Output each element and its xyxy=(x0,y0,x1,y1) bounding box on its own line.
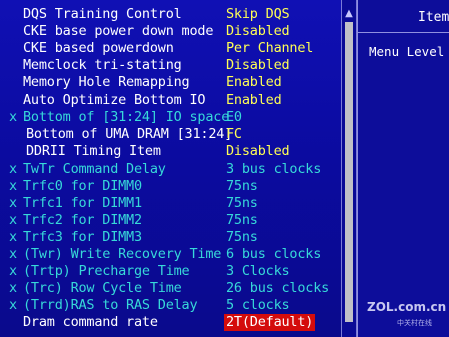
setting-value[interactable]: 75ns xyxy=(226,178,258,195)
setting-value[interactable]: Enabled xyxy=(226,92,282,109)
help-title: Item xyxy=(418,10,449,25)
setting-label: Trfc0 for DIMM0 xyxy=(23,178,142,194)
disabled-mark: x xyxy=(9,280,18,296)
setting-label: (Trc) Row Cycle Time xyxy=(23,280,182,296)
scroll-thumb[interactable] xyxy=(345,22,353,322)
setting-row[interactable]: CKE base power down mode Disabled xyxy=(0,23,340,40)
setting-row[interactable]: Dram command rate 2T(Default) xyxy=(0,314,340,331)
setting-label: Bottom of UMA DRAM [31:24] xyxy=(26,126,233,142)
setting-value[interactable]: FC xyxy=(226,126,242,143)
setting-row[interactable]: DDRII Timing Item Disabled xyxy=(0,143,340,160)
setting-row[interactable]: Auto Optimize Bottom IO Enabled xyxy=(0,92,340,109)
menu-level-text: Menu Level xyxy=(369,44,445,59)
setting-label: Trfc3 for DIMM3 xyxy=(23,229,142,245)
watermark-cn: 中关村在线 xyxy=(397,319,432,327)
selected-setting-value[interactable]: 2T(Default) xyxy=(224,314,316,331)
setting-label: (Trtp) Precharge Time xyxy=(23,263,190,279)
setting-value[interactable]: 26 bus clocks xyxy=(226,280,329,297)
setting-row[interactable]: x Trfc1 for DIMM1 75ns xyxy=(0,195,340,212)
setting-label: Memclock tri-stating xyxy=(23,57,182,73)
disabled-mark: x xyxy=(9,297,18,313)
setting-value[interactable]: 3 Clocks xyxy=(226,263,290,280)
setting-value[interactable]: 75ns xyxy=(226,212,258,229)
setting-label: TwTr Command Delay xyxy=(23,161,166,177)
watermark-logo: ZOL.com.cn 中关村在线 xyxy=(345,296,449,337)
setting-row[interactable]: x (Trc) Row Cycle Time 26 bus clocks xyxy=(0,280,340,297)
setting-label: Memory Hole Remapping xyxy=(23,74,190,90)
disabled-mark: x xyxy=(9,161,18,177)
setting-label: Trfc2 for DIMM2 xyxy=(23,212,142,228)
setting-row[interactable]: x (Trrd)RAS to RAS Delay 5 clocks xyxy=(0,297,340,314)
setting-value[interactable]: 6 bus clocks xyxy=(226,246,321,263)
help-header: Item xyxy=(358,2,449,33)
setting-row[interactable]: x Trfc0 for DIMM0 75ns xyxy=(0,178,340,195)
setting-value[interactable]: Disabled xyxy=(226,143,290,160)
setting-value[interactable]: Enabled xyxy=(226,74,282,91)
setting-row[interactable]: x (Twr) Write Recovery Time 6 bus clocks xyxy=(0,246,340,263)
disabled-mark: x xyxy=(9,246,18,262)
setting-label: Trfc1 for DIMM1 xyxy=(23,195,142,211)
setting-value[interactable]: Skip DQS xyxy=(226,6,290,23)
disabled-mark: x xyxy=(9,229,18,245)
disabled-mark: x xyxy=(9,195,18,211)
disabled-mark: x xyxy=(9,212,18,228)
disabled-mark: x xyxy=(9,109,18,125)
scrollbar[interactable]: ▲ xyxy=(341,0,357,337)
bios-screen: DQS Training Control Skip DQS CKE base pow… xyxy=(0,0,449,337)
disabled-mark: x xyxy=(9,178,18,194)
setting-label: DQS Training Control xyxy=(23,6,182,22)
arrow-up-icon[interactable]: ▲ xyxy=(342,8,356,20)
setting-row[interactable]: Bottom of UMA DRAM [31:24] FC xyxy=(0,126,340,143)
disabled-mark: x xyxy=(9,263,18,279)
setting-label: DDRII Timing Item xyxy=(26,143,161,159)
setting-row[interactable]: DQS Training Control Skip DQS xyxy=(0,6,340,23)
watermark-site: ZOL.com.cn xyxy=(367,300,447,314)
setting-value[interactable]: Per Channel xyxy=(226,40,313,57)
setting-row[interactable]: x Trfc2 for DIMM2 75ns xyxy=(0,212,340,229)
setting-value[interactable]: 3 bus clocks xyxy=(226,161,321,178)
setting-row[interactable]: x TwTr Command Delay 3 bus clocks xyxy=(0,161,340,178)
setting-value[interactable]: Disabled xyxy=(226,57,290,74)
setting-value[interactable]: E0 xyxy=(226,109,242,126)
setting-row[interactable]: Memory Hole Remapping Enabled xyxy=(0,74,340,91)
setting-value[interactable]: 75ns xyxy=(226,229,258,246)
setting-label: (Twr) Write Recovery Time xyxy=(23,246,222,262)
setting-value[interactable]: 5 clocks xyxy=(226,297,290,314)
setting-label: Bottom of [31:24] IO space xyxy=(23,109,230,125)
setting-label: CKE based powerdown xyxy=(23,40,174,56)
setting-value[interactable]: 75ns xyxy=(226,195,258,212)
setting-label: Auto Optimize Bottom IO xyxy=(23,92,206,108)
setting-row[interactable]: CKE based powerdown Per Channel xyxy=(0,40,340,57)
item-help-panel: Item Menu Level xyxy=(357,0,449,337)
setting-label: CKE base power down mode xyxy=(23,23,214,39)
setting-row[interactable]: x Trfc3 for DIMM3 75ns xyxy=(0,229,340,246)
setting-label: (Trrd)RAS to RAS Delay xyxy=(23,297,198,313)
setting-label: Dram command rate xyxy=(23,314,158,330)
setting-value[interactable]: Disabled xyxy=(226,23,290,40)
setting-row[interactable]: Memclock tri-stating Disabled xyxy=(0,57,340,74)
setting-row[interactable]: x Bottom of [31:24] IO space E0 xyxy=(0,109,340,126)
setting-row[interactable]: x (Trtp) Precharge Time 3 Clocks xyxy=(0,263,340,280)
